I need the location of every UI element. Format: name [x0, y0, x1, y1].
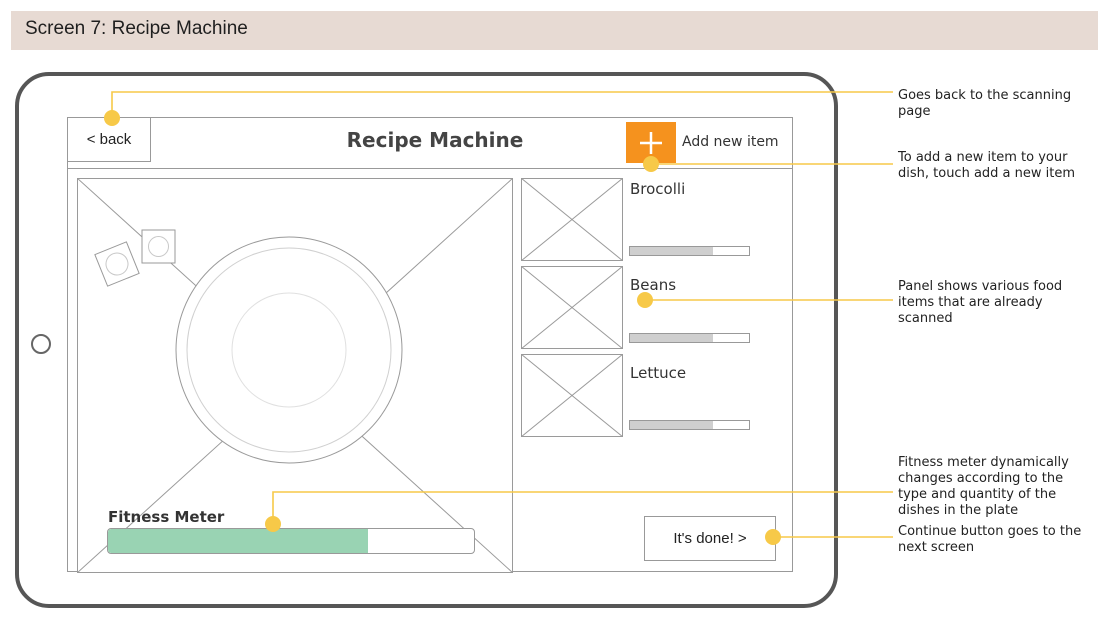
food-item-name: Brocolli: [630, 180, 686, 198]
annotation-add: To add a new item to your dish, touch add…: [898, 150, 1076, 181]
food-item-bar: [629, 333, 750, 343]
annotation-continue: Continue button goes to the next screen: [898, 524, 1082, 555]
food-item-image: [521, 354, 623, 437]
annotation-back: Goes back to the scanning page: [898, 88, 1072, 119]
fitness-meter-fill: [108, 529, 368, 553]
header-divider: [67, 168, 793, 169]
plus-icon: [640, 132, 662, 154]
screen-title-banner: Screen 7: Recipe Machine: [11, 11, 1098, 50]
screen-title: Screen 7: Recipe Machine: [25, 18, 248, 39]
food-item-bar: [629, 420, 750, 430]
food-item-name: Beans: [630, 276, 677, 294]
fitness-meter-label: Fitness Meter: [108, 508, 225, 526]
annotation-panel: Panel shows various food items that are a…: [898, 279, 1063, 326]
fitness-meter: [107, 528, 475, 554]
food-item-image: [521, 178, 623, 261]
food-item-image: [521, 266, 623, 349]
add-item-label[interactable]: Add new item: [682, 134, 779, 150]
home-button[interactable]: [31, 334, 51, 354]
page-title: Recipe Machine: [346, 128, 524, 152]
food-item-bar: [629, 246, 750, 256]
back-button[interactable]: < back: [67, 117, 151, 162]
annotation-fitness: Fitness meter dynamically changes accordi…: [898, 455, 1069, 518]
add-item-button[interactable]: [626, 122, 676, 163]
done-button[interactable]: It's done! >: [644, 516, 776, 561]
food-item-name: Lettuce: [630, 364, 687, 382]
